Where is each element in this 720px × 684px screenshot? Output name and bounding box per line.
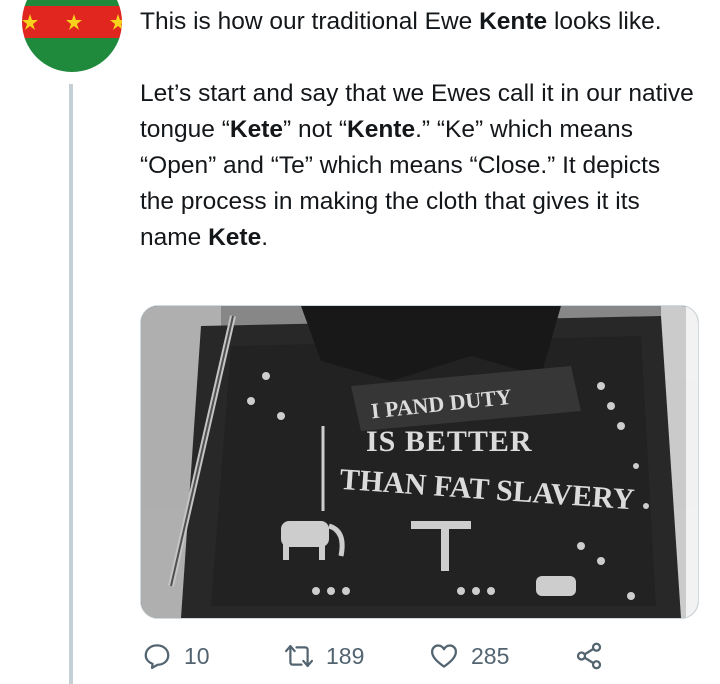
avatar[interactable] [22, 0, 122, 72]
text-run: This is how our traditional Ewe [140, 8, 480, 35]
retweet-button[interactable]: 189 [282, 636, 364, 676]
text-run: looks like. [547, 8, 662, 35]
reply-count: 10 [184, 642, 210, 669]
tweet-paragraph-2: Let’s start and say that we Ewes call it… [140, 76, 700, 256]
reply-button[interactable]: 10 [140, 636, 210, 676]
bold-term: Kente [347, 116, 416, 143]
tweet-paragraph-1: This is how our traditional Ewe Kente lo… [140, 4, 700, 40]
tweet-actions: 10 189 285 [140, 636, 620, 676]
thread-line [69, 84, 73, 684]
tweet-text: This is how our traditional Ewe Kente lo… [140, 4, 700, 256]
share-button[interactable] [572, 636, 606, 676]
bold-term: Kete [229, 116, 284, 143]
bold-term: Kete [208, 224, 262, 251]
text-run: . [261, 224, 269, 251]
reply-icon [140, 639, 174, 673]
like-count: 285 [471, 642, 510, 669]
text-run: ” not “ [283, 116, 348, 143]
tweet-image[interactable]: I PAND DUTY IS BETTER THAN FAT SLAVERY [140, 305, 699, 619]
bold-term: Kente [479, 8, 548, 35]
share-icon [572, 639, 606, 673]
retweet-count: 189 [326, 642, 365, 669]
like-icon [427, 639, 461, 673]
retweet-icon [282, 639, 316, 673]
like-button[interactable]: 285 [427, 636, 509, 676]
